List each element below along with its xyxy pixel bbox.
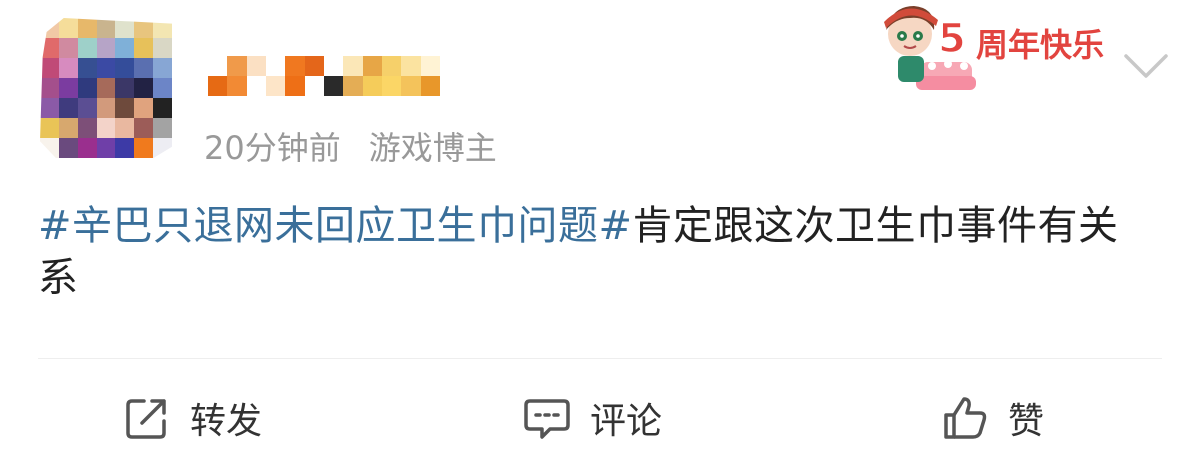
anniversary-badge: 5 5周年快乐 周年快乐 <box>876 0 1116 96</box>
like-button[interactable]: 赞 <box>940 384 1044 452</box>
user-tag[interactable]: 游戏博主 <box>369 123 497 169</box>
anniversary-visible-text: 周年快乐 <box>976 26 1105 64</box>
avatar[interactable] <box>40 18 172 158</box>
menu-chevron[interactable] <box>1120 46 1172 82</box>
chevron-down-icon[interactable] <box>1120 46 1172 82</box>
post-time: 20分钟前 <box>204 129 341 167</box>
username-obscured[interactable] <box>208 56 440 96</box>
repost-label: 转发 <box>190 401 263 442</box>
share-box-icon <box>126 399 166 439</box>
repost-button[interactable]: 转发 <box>122 384 262 452</box>
svg-text:5: 5 <box>938 16 966 62</box>
comment-button[interactable]: 评论 <box>522 384 662 452</box>
hashtag-link[interactable]: #辛巴只退网未回应卫生巾问题# <box>38 203 633 249</box>
like-label: 赞 <box>1008 401 1045 442</box>
thumbs-up-icon <box>944 397 987 439</box>
comment-bubble-icon <box>524 399 570 439</box>
comment-label: 评论 <box>590 401 663 442</box>
post-content: #辛巴只退网未回应卫生巾问题#肯定跟这次卫生巾事件有关系 <box>38 200 1158 304</box>
divider <box>38 358 1162 359</box>
action-bar: 转发 评论 赞 <box>0 384 1200 452</box>
post-meta: 20分钟前 游戏博主 <box>204 124 497 168</box>
